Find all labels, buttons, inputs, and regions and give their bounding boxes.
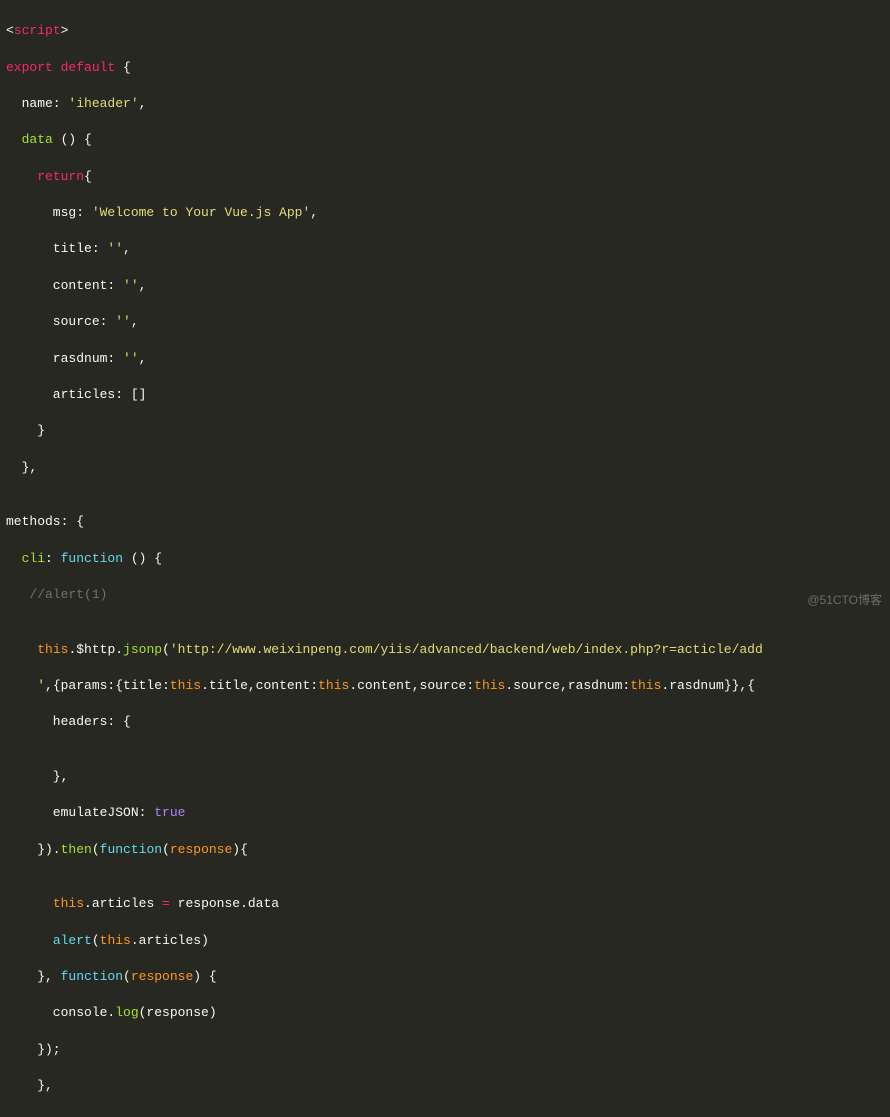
code-line: articles: [] [6,386,884,404]
code-line: export default { [6,59,884,77]
code-line: source: '', [6,313,884,331]
code-line: <script> [6,22,884,40]
code-line: console.log(response) [6,1004,884,1022]
code-line: }).then(function(response){ [6,841,884,859]
code-line: }); [6,1041,884,1059]
code-line: return{ [6,168,884,186]
code-line: }, [6,459,884,477]
code-line: }, [6,768,884,786]
code-line: name: 'iheader', [6,95,884,113]
code-line: data () { [6,131,884,149]
code-line: }, [6,1077,884,1095]
watermark-text: @51CTO博客 [807,592,882,609]
code-line: rasdnum: '', [6,350,884,368]
code-line: cli: function () { [6,550,884,568]
code-line: methods: { [6,513,884,531]
code-line: }, function(response) { [6,968,884,986]
code-line: headers: { [6,713,884,731]
code-line: //alert(1) [6,586,884,604]
code-line: ',{params:{title:this.title,content:this… [6,677,884,695]
code-line: title: '', [6,240,884,258]
code-line: this.$http.jsonp('http://www.weixinpeng.… [6,641,884,659]
code-line: alert(this.articles) [6,932,884,950]
code-line: this.articles = response.data [6,895,884,913]
code-line: } [6,422,884,440]
code-line: msg: 'Welcome to Your Vue.js App', [6,204,884,222]
code-editor[interactable]: <script> export default { name: 'iheader… [0,0,890,1117]
code-line: emulateJSON: true [6,804,884,822]
code-line: content: '', [6,277,884,295]
